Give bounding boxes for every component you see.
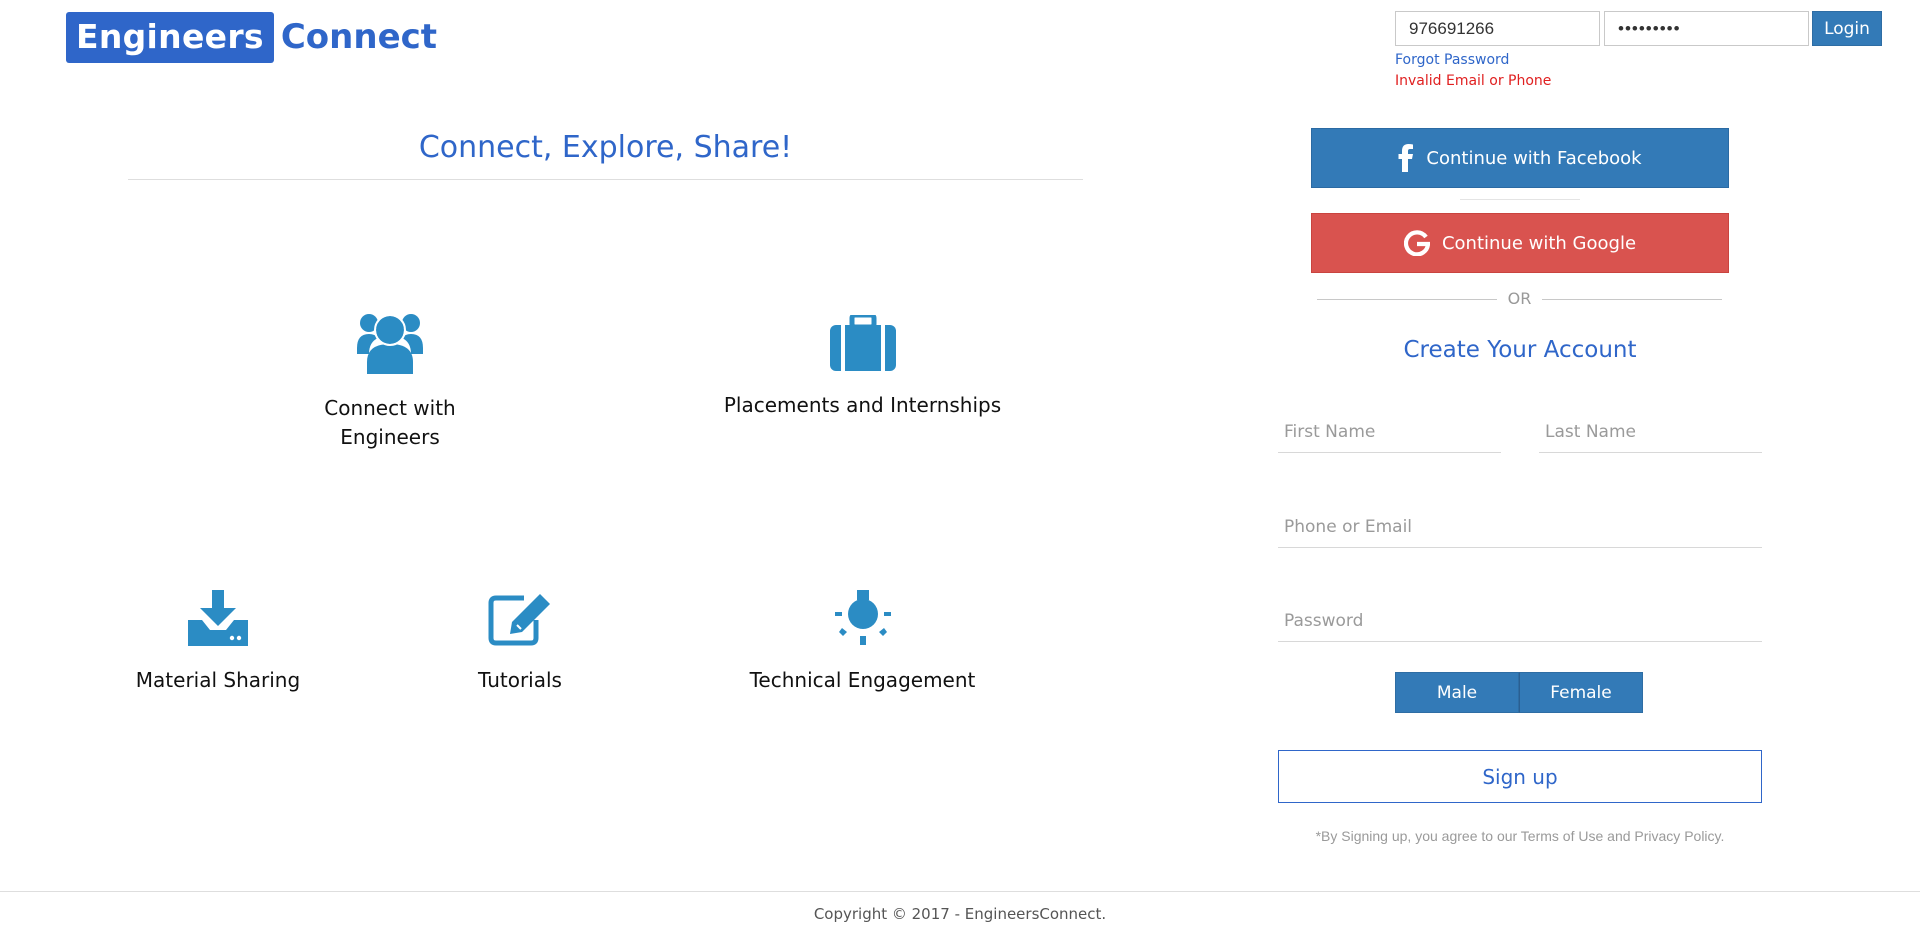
last-name-field[interactable]	[1539, 411, 1762, 453]
login-button[interactable]: Login	[1812, 11, 1882, 46]
or-divider-left	[1317, 299, 1497, 300]
login-email-input[interactable]	[1395, 11, 1600, 46]
terms-notice: *By Signing up, you agree to our Terms o…	[1315, 828, 1725, 844]
feature-connect-engineers: Connect with Engineers	[300, 310, 480, 452]
feature-technical-engagement: Technical Engagement	[720, 590, 1005, 695]
footer-divider	[0, 891, 1920, 892]
create-account-title: Create Your Account	[1403, 337, 1637, 363]
gender-male-button[interactable]: Male	[1395, 672, 1519, 713]
continue-google-button[interactable]: Continue with Google	[1311, 213, 1729, 273]
feature-material-sharing: Material Sharing	[118, 590, 318, 695]
site-logo[interactable]: Engineers Connect	[66, 12, 437, 63]
lightbulb-icon	[834, 590, 891, 645]
feature-label: Placements and Internships	[723, 393, 1002, 417]
footer-copyright: Copyright © 2017 - EngineersConnect.	[813, 905, 1107, 923]
feature-label: Material Sharing	[135, 668, 301, 692]
feature-placements: Placements and Internships	[700, 315, 1025, 420]
facebook-button-label: Continue with Facebook	[1426, 147, 1642, 169]
divider	[1460, 199, 1580, 200]
download-icon	[188, 590, 248, 646]
gender-selector: Male Female	[1395, 672, 1643, 713]
phone-or-email-field[interactable]	[1278, 506, 1762, 548]
feature-label: Connect with Engineers	[300, 394, 480, 452]
tagline: Connect, Explore, Share!	[418, 130, 793, 165]
edit-icon	[488, 594, 550, 646]
gender-female-button[interactable]: Female	[1519, 672, 1643, 713]
first-name-field[interactable]	[1278, 411, 1501, 453]
facebook-icon	[1398, 144, 1414, 172]
logo-highlight: Engineers	[66, 12, 274, 63]
google-button-label: Continue with Google	[1441, 232, 1637, 254]
briefcase-icon	[829, 315, 896, 371]
feature-label: Technical Engagement	[749, 668, 976, 692]
password-field[interactable]	[1278, 600, 1762, 642]
feature-label-line2: Engineers	[340, 425, 440, 449]
logo-text: Connect	[280, 17, 438, 57]
header: Engineers Connect Login Forgot Password …	[0, 0, 1920, 100]
feature-label-line1: Connect with	[324, 396, 456, 420]
tagline-divider	[128, 179, 1083, 180]
or-separator: OR	[1507, 289, 1532, 308]
or-divider-right	[1542, 299, 1722, 300]
login-error-message: Invalid Email or Phone	[1395, 73, 1552, 89]
google-icon	[1403, 230, 1430, 256]
users-icon	[357, 314, 423, 374]
feature-tutorials: Tutorials	[440, 592, 600, 695]
feature-label: Tutorials	[478, 668, 562, 692]
continue-facebook-button[interactable]: Continue with Facebook	[1311, 128, 1729, 188]
forgot-password-link[interactable]: Forgot Password	[1395, 52, 1509, 68]
signup-button[interactable]: Sign up	[1278, 750, 1762, 803]
login-password-input[interactable]	[1604, 11, 1809, 46]
